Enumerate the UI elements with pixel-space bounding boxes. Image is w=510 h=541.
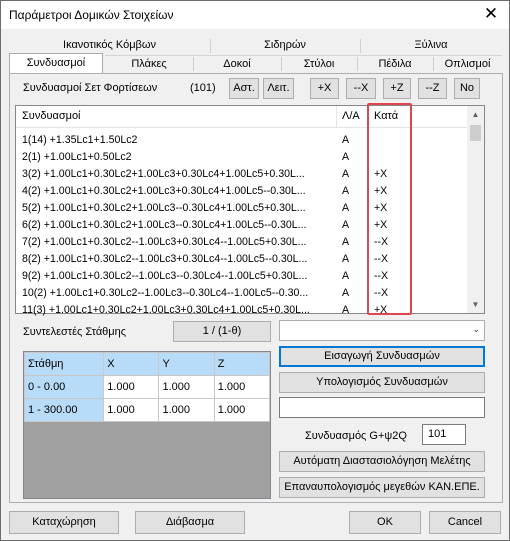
info-textbox[interactable] xyxy=(279,397,485,418)
import-combinations-button[interactable]: Εισαγωγή Συνδυασμών xyxy=(279,346,485,367)
plus-x-button[interactable]: +X xyxy=(310,78,339,99)
list-scrollbar[interactable]: ▲ ▼ xyxy=(467,106,484,313)
la-value: A xyxy=(342,236,350,248)
auto-design-button[interactable]: Αυτόματη Διαστασιολόγηση Μελέτης xyxy=(279,451,485,472)
tab-timber[interactable]: Ξύλινα xyxy=(360,37,502,54)
tab-separator xyxy=(210,39,211,53)
tab-beams[interactable]: Δοκοί xyxy=(193,55,281,73)
cancel-button[interactable]: Cancel xyxy=(429,511,501,534)
grid-header-y[interactable]: Y xyxy=(158,352,215,376)
tab-steel[interactable]: Σιδηρών xyxy=(210,37,360,54)
col-header-combinations[interactable]: Συνδυασμοί xyxy=(22,110,81,122)
ok-button[interactable]: OK xyxy=(349,511,421,534)
grid-header-level[interactable]: Στάθμη xyxy=(23,352,105,376)
la-value: A xyxy=(342,185,350,197)
tab-strip: Ικανοτικός Κόμβων Σιδηρών Ξύλινα Συνδυασ… xyxy=(9,37,502,73)
combinations-dropdown[interactable]: ⌄ xyxy=(279,320,485,341)
load-sets-label: Συνδυασμοί Σετ Φορτίσεων xyxy=(23,82,158,94)
la-value: A xyxy=(342,202,350,214)
grid-cell[interactable]: 1.000 xyxy=(103,398,160,422)
grid-row-header[interactable]: 0 - 0.00 xyxy=(23,375,105,399)
la-value: A xyxy=(342,253,350,265)
tab-separator xyxy=(281,57,282,71)
scroll-down-icon[interactable]: ▼ xyxy=(467,296,484,313)
combination-text: 9(2) +1.00Lc1+0.30Lc2--1.00Lc3--0.30Lc4-… xyxy=(22,270,308,282)
tab-slabs[interactable]: Πλάκες xyxy=(105,55,193,73)
minus-x-button[interactable]: --X xyxy=(346,78,376,99)
g-psi2q-label: Συνδυασμός G+ψ2Q xyxy=(305,430,407,442)
la-value: A xyxy=(342,168,350,180)
tab-capacity-nodes[interactable]: Ικανοτικός Κόμβων xyxy=(9,37,210,54)
plus-z-button[interactable]: +Z xyxy=(383,78,411,99)
combination-text: 3(2) +1.00Lc1+0.30Lc2+1.00Lc3+0.30Lc4+1.… xyxy=(22,168,305,180)
combination-text: 8(2) +1.00Lc1+0.30Lc2--1.00Lc3+0.30Lc4--… xyxy=(22,253,308,265)
grid-cell[interactable]: 1.000 xyxy=(158,375,215,399)
combination-text: 4(2) +1.00Lc1+0.30Lc2+1.00Lc3+0.30Lc4+1.… xyxy=(22,185,306,197)
scroll-up-icon[interactable]: ▲ xyxy=(467,106,484,123)
g-psi2q-input[interactable]: 101 xyxy=(422,424,466,445)
grid-cell[interactable]: 1.000 xyxy=(103,375,160,399)
accidental-button[interactable]: Αστ. xyxy=(229,78,259,99)
combination-text: 2(1) +1.00Lc1+0.50Lc2 xyxy=(22,151,132,163)
read-button[interactable]: Διάβασμα xyxy=(135,511,245,534)
tab-combinations[interactable]: Συνδυασμοί xyxy=(9,53,103,73)
la-value: A xyxy=(342,304,350,316)
minus-z-button[interactable]: --Z xyxy=(418,78,447,99)
tab-separator xyxy=(360,39,361,53)
dialog-window: Παράμετροι Δομικών Στοιχείων ✕ Ικανοτικό… xyxy=(0,0,510,541)
la-value: A xyxy=(342,134,350,146)
close-icon[interactable]: ✕ xyxy=(481,4,501,24)
la-value: A xyxy=(342,287,350,299)
tab-columns[interactable]: Στύλοι xyxy=(281,55,357,73)
level-factors-label: Συντελεστές Στάθμης xyxy=(23,326,127,338)
calculate-combinations-button[interactable]: Υπολογισμός Συνδυασμών xyxy=(279,372,485,393)
service-button[interactable]: Λειτ. xyxy=(263,78,294,99)
combination-text: 11(3) +1.00Lc1+0.30Lc2+1.00Lc3+0.30Lc4+1… xyxy=(22,304,310,316)
tab-separator xyxy=(193,57,194,71)
level-factor-button[interactable]: 1 / (1-θ) xyxy=(173,321,271,342)
grid-row-header[interactable]: 1 - 300.00 xyxy=(23,398,105,422)
tab-reinforcement[interactable]: Οπλισμοί xyxy=(433,55,502,73)
grid-header-x[interactable]: X xyxy=(103,352,160,376)
col-header-la[interactable]: Λ/Α xyxy=(342,110,360,122)
kata-column-highlight xyxy=(367,103,412,315)
recalculate-kanepe-button[interactable]: Επαναυπολογισμός μεγεθών ΚΑΝ.ΕΠΕ. xyxy=(279,477,485,498)
window-title: Παράμετροι Δομικών Στοιχείων xyxy=(9,8,174,22)
title-bar: Παράμετροι Δομικών Στοιχείων ✕ xyxy=(1,1,509,29)
no-button[interactable]: No xyxy=(454,78,480,99)
scroll-thumb[interactable] xyxy=(470,125,481,141)
chevron-down-icon[interactable]: ⌄ xyxy=(472,324,480,335)
la-value: A xyxy=(342,151,350,163)
grid-cell[interactable]: 1.000 xyxy=(213,375,271,399)
column-separator xyxy=(336,106,337,128)
save-button[interactable]: Καταχώρηση xyxy=(9,511,119,534)
grid-cell[interactable]: 1.000 xyxy=(158,398,215,422)
combination-text: 1(14) +1.35Lc1+1.50Lc2 xyxy=(22,134,138,146)
tab-separator xyxy=(433,57,434,71)
tab-separator xyxy=(357,57,358,71)
grid-cell[interactable]: 1.000 xyxy=(213,398,271,422)
combination-text: 7(2) +1.00Lc1+0.30Lc2--1.00Lc3+0.30Lc4--… xyxy=(22,236,307,248)
combination-text: 5(2) +1.00Lc1+0.30Lc2+1.00Lc3--0.30Lc4+1… xyxy=(22,202,306,214)
tab-footings[interactable]: Πέδιλα xyxy=(357,55,433,73)
load-sets-count: (101) xyxy=(190,82,216,94)
grid-header-z[interactable]: Z xyxy=(213,352,271,376)
combination-text: 10(2) +1.00Lc1+0.30Lc2--1.00Lc3--0.30Lc4… xyxy=(22,287,309,299)
combination-text: 6(2) +1.00Lc1+0.30Lc2+1.00Lc3--0.30Lc4+1… xyxy=(22,219,307,231)
combinations-list[interactable]: Συνδυασμοί Λ/Α Κατά 1(14) +1.35Lc1+1.50L… xyxy=(15,105,485,316)
la-value: A xyxy=(342,219,350,231)
la-value: A xyxy=(342,270,350,282)
level-factors-grid: Στάθμη X Y Z 0 - 0.00 1.000 1.000 1.000 … xyxy=(23,351,271,499)
